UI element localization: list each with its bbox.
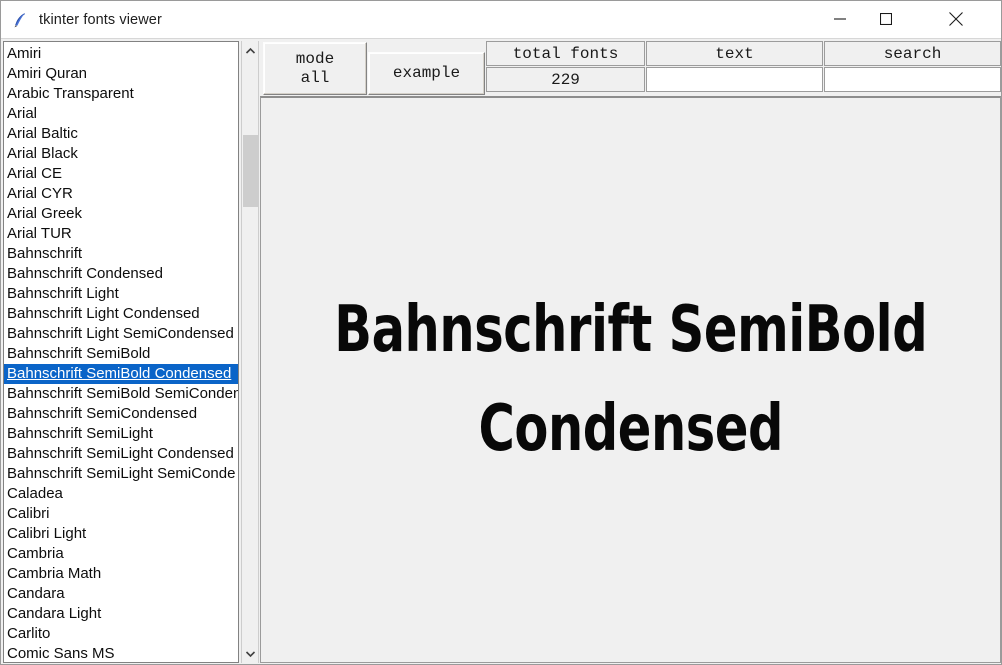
font-list-item[interactable]: Bahnschrift SemiCondensed (4, 404, 238, 424)
chevron-down-icon[interactable] (242, 645, 259, 662)
close-button[interactable] (933, 1, 979, 37)
chevron-up-icon[interactable] (242, 42, 259, 59)
scrollbar-thumb[interactable] (243, 135, 258, 207)
font-list-item[interactable]: Bahnschrift SemiLight Condensed (4, 444, 238, 464)
text-input[interactable] (646, 67, 823, 92)
font-list-items: Amiri Amiri Quran Arabic Transparent Arial A… (4, 44, 238, 662)
font-list-item[interactable]: Bahnschrift SemiBold Condensed (4, 364, 238, 384)
font-list-item[interactable]: Carlito (4, 624, 238, 644)
font-list-item[interactable]: Bahnschrift Condensed (4, 264, 238, 284)
font-list-item[interactable]: Bahnschrift SemiBold (4, 344, 238, 364)
font-list-item[interactable]: Bahnschrift Light Condensed (4, 304, 238, 324)
font-list-item[interactable]: Cambria (4, 544, 238, 564)
font-list-item[interactable]: Amiri (4, 44, 238, 64)
font-list-item[interactable]: Arial Greek (4, 204, 238, 224)
font-list-item[interactable]: Arial TUR (4, 224, 238, 244)
total-fonts-label: total fonts (486, 41, 645, 66)
font-list-item[interactable]: Calibri (4, 504, 238, 524)
toolbar: mode all example total fonts 229 text se… (260, 39, 1001, 95)
font-list-item[interactable]: Arial (4, 104, 238, 124)
font-list-item[interactable]: Arial CE (4, 164, 238, 184)
font-list-item[interactable]: Bahnschrift SemiLight (4, 424, 238, 444)
search-label: search (824, 41, 1001, 66)
font-list-item[interactable]: Amiri Quran (4, 64, 238, 84)
mode-button[interactable]: mode all (263, 42, 367, 95)
feather-icon (10, 10, 30, 30)
font-listbox[interactable]: Amiri Amiri Quran Arabic Transparent Arial A… (3, 41, 239, 663)
font-list-item[interactable]: Comic Sans MS (4, 644, 238, 662)
font-list-item[interactable]: Caladea (4, 484, 238, 504)
font-list-scrollbar[interactable] (241, 41, 259, 663)
maximize-button[interactable] (863, 1, 909, 37)
font-preview-panel: Bahnschrift SemiBold Condensed (260, 96, 1001, 663)
font-list-item[interactable]: Calibri Light (4, 524, 238, 544)
font-list-item[interactable]: Bahnschrift Light (4, 284, 238, 304)
title-bar: tkinter fonts viewer (1, 1, 1001, 39)
minimize-button[interactable] (817, 1, 863, 37)
text-label: text (646, 41, 823, 66)
font-list-item[interactable]: Candara (4, 584, 238, 604)
font-preview-text: Bahnschrift SemiBold Condensed (334, 292, 927, 466)
font-list-item[interactable]: Arial CYR (4, 184, 238, 204)
window-title: tkinter fonts viewer (39, 11, 162, 28)
search-input[interactable] (824, 67, 1001, 92)
example-button[interactable]: example (368, 52, 485, 95)
total-fonts-value: 229 (486, 67, 645, 92)
font-list-item[interactable]: Bahnschrift (4, 244, 238, 264)
application-window: tkinter fonts viewer Amiri Amiri Quran Ara… (0, 0, 1002, 665)
font-list-item[interactable]: Bahnschrift Light SemiCondensed (4, 324, 238, 344)
font-list-item[interactable]: Arabic Transparent (4, 84, 238, 104)
font-list-item[interactable]: Arial Baltic (4, 124, 238, 144)
font-list-item[interactable]: Candara Light (4, 604, 238, 624)
font-list-item[interactable]: Arial Black (4, 144, 238, 164)
font-list-item[interactable]: Bahnschrift SemiLight SemiConde (4, 464, 238, 484)
font-list-item[interactable]: Bahnschrift SemiBold SemiConden (4, 384, 238, 404)
font-list-item[interactable]: Cambria Math (4, 564, 238, 584)
